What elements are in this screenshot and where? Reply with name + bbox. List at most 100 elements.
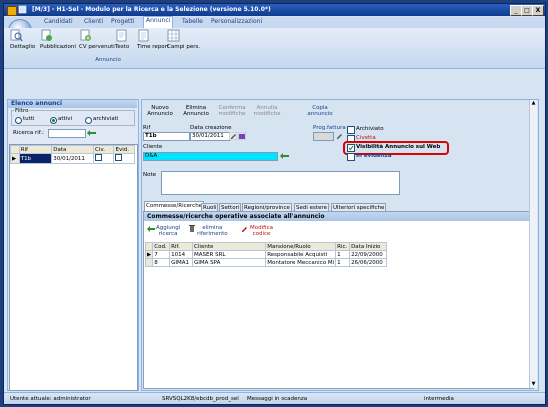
commesse-tab-content [143, 211, 534, 389]
calendar-icon[interactable] [238, 132, 246, 140]
search-ref-input[interactable] [48, 129, 86, 138]
row-pointer-icon: ▶ [10, 153, 20, 164]
pencil-icon[interactable] [229, 132, 237, 140]
status-messages[interactable]: Messaggi in scadenza [247, 396, 307, 402]
note-textarea[interactable] [161, 171, 400, 195]
nuovo-annuncio-label: Nuovo Annuncio [147, 105, 173, 117]
data-creazione-label: Data creazione [190, 125, 232, 131]
vertical-scrollbar[interactable]: ▲ ▼ [529, 100, 537, 388]
tab-candidati[interactable]: Candidati [44, 18, 73, 27]
table-row[interactable]: 8 GIMA1 GIMA SPA Montatore Meccanico Mi … [144, 258, 387, 267]
cliente-label: Cliente [143, 144, 163, 150]
quick-access-icon[interactable] [18, 5, 28, 14]
archiviato-checkbox[interactable] [347, 126, 355, 134]
prog-fattura-input[interactable] [313, 132, 334, 141]
pencil-icon[interactable] [335, 132, 343, 140]
dettaglio-button[interactable]: Dettaglio [10, 29, 35, 50]
mansione-cell: Montatore Meccanico Mi [265, 258, 337, 267]
aggiungi-ricerca-label: Aggiungi ricerca [156, 225, 181, 237]
main-window: [M/3] - H1-Sel - Modulo per la Ricerca e… [3, 3, 546, 405]
in-evidenza-checkbox[interactable] [347, 153, 355, 161]
cliente-cell: GIMA SPA [192, 258, 267, 267]
data-inizio-cell: 26/06/2000 [349, 258, 387, 267]
magnifier-icon [10, 29, 23, 42]
rif-label: Rif [143, 125, 151, 131]
col-cod[interactable]: Cod. [152, 242, 171, 251]
cv-add-icon [80, 29, 91, 41]
nuovo-annuncio-button[interactable]: Nuovo Annuncio [144, 105, 176, 117]
copia-annuncio-label: Copia annuncio [307, 105, 333, 117]
col-cliente[interactable]: Cliente [192, 242, 267, 251]
cv-pervenuti-button[interactable]: CV pervenuti [79, 29, 115, 50]
filter-tutti-radio[interactable] [15, 117, 22, 124]
filter-archiviati-radio[interactable] [85, 117, 92, 124]
scroll-up-icon[interactable]: ▲ [531, 101, 536, 106]
filter-attivi-radio[interactable] [50, 117, 57, 124]
col-mansione[interactable]: Mansione/Ruolo [265, 242, 337, 251]
col-rif[interactable]: Rif. [169, 242, 194, 251]
trash-icon [189, 225, 195, 232]
conferma-modifiche-button[interactable]: Conferma modifiche [214, 105, 250, 117]
note-label: Note [143, 172, 157, 178]
data-creazione-input[interactable]: 30/01/2011 [190, 132, 230, 141]
testo-button[interactable]: Testo [115, 29, 129, 50]
add-arrow-icon [147, 226, 155, 232]
status-mode: intermedia [424, 396, 454, 402]
cod-cell: 8 [152, 258, 171, 267]
search-go-icon[interactable] [87, 130, 96, 136]
edit-pencil-icon [242, 227, 247, 232]
dettaglio-label: Dettaglio [10, 44, 36, 50]
row-selector-header [144, 242, 154, 251]
archiviato-label: Archiviato [356, 126, 384, 132]
status-user: Utente attuale: administrator [10, 396, 91, 402]
rif-input[interactable]: T1b [143, 132, 190, 141]
visibilita-web-checkbox[interactable] [347, 144, 355, 152]
annunci-grid [9, 144, 138, 391]
cliente-input[interactable]: D&A [143, 152, 278, 161]
testo-label: Testo [115, 44, 130, 50]
close-button[interactable]: X [532, 5, 544, 16]
app-icon [7, 6, 17, 16]
cliente-go-icon[interactable] [280, 153, 289, 159]
in-evidenza-label: In evidenza [356, 153, 392, 159]
conferma-modifiche-label: Conferma modifiche [218, 105, 246, 117]
mansione-cell: Responsabile Acquisti [265, 250, 337, 259]
ribbon-group-label: Annuncio [95, 57, 121, 63]
copia-annuncio-button[interactable]: Copia annuncio [302, 105, 338, 117]
table-row[interactable]: ▶ 7 1014 MASER SRL Responsabile Acquisti… [144, 250, 387, 259]
window-title: [M/3] - H1-Sel - Modulo per la Ricerca e… [32, 6, 271, 13]
annuncio-evid-cell[interactable] [113, 153, 135, 164]
commesse-title: Commesse/ricerche operative associate al… [144, 212, 531, 221]
tab-annunci[interactable]: Annunci [143, 16, 174, 28]
col-rif[interactable]: Rif [18, 145, 53, 154]
campi-pers-button[interactable]: Campi pers. [167, 29, 200, 50]
annuncio-civ-cell[interactable] [93, 153, 115, 164]
scroll-down-icon[interactable]: ▼ [531, 382, 536, 387]
time-report-button[interactable]: Time report [137, 29, 169, 50]
filter-archiviati-label: archiviati [93, 116, 119, 122]
pubblicazioni-button[interactable]: Pubblicazioni [40, 29, 76, 50]
filter-label: Filtro [14, 108, 30, 114]
filter-attivi-label: attivi [58, 116, 72, 122]
visibilita-web-label: Visibilità Annuncio sul Web [356, 144, 441, 150]
rif-cell: GIMA1 [169, 258, 194, 267]
cv-pervenuti-label: CV pervenuti [79, 44, 115, 50]
annulla-modifiche-button[interactable]: Annulla modifiche [250, 105, 284, 117]
col-civ[interactable]: Civ. [93, 145, 115, 154]
annunci-list-title: Elenco annunci [8, 100, 137, 108]
table-row[interactable]: ▶ T1b 30/01/2011 [10, 153, 135, 164]
tab-progetti[interactable]: Progetti [111, 18, 134, 27]
elimina-annuncio-label: Elimina Annuncio [183, 105, 209, 117]
campi-pers-label: Campi pers. [167, 44, 201, 50]
elimina-annuncio-button[interactable]: Elimina Annuncio [180, 105, 212, 117]
col-evid[interactable]: Evid. [113, 145, 135, 154]
ric-cell: 1 [335, 250, 351, 259]
col-data-inizio[interactable]: Data Inizio [349, 242, 387, 251]
col-data[interactable]: Data [51, 145, 95, 154]
commesse-table: Cod. Rif. Cliente Mansione/Ruolo Ric. Da… [144, 242, 387, 267]
prog-fattura-label: Prog.fattura [313, 125, 346, 131]
tab-tabelle[interactable]: Tabelle [182, 18, 203, 27]
tab-clienti[interactable]: Clienti [84, 18, 103, 27]
col-ric[interactable]: Ric. [335, 242, 351, 251]
tab-personalizzazioni[interactable]: Personalizzazioni [211, 18, 262, 27]
